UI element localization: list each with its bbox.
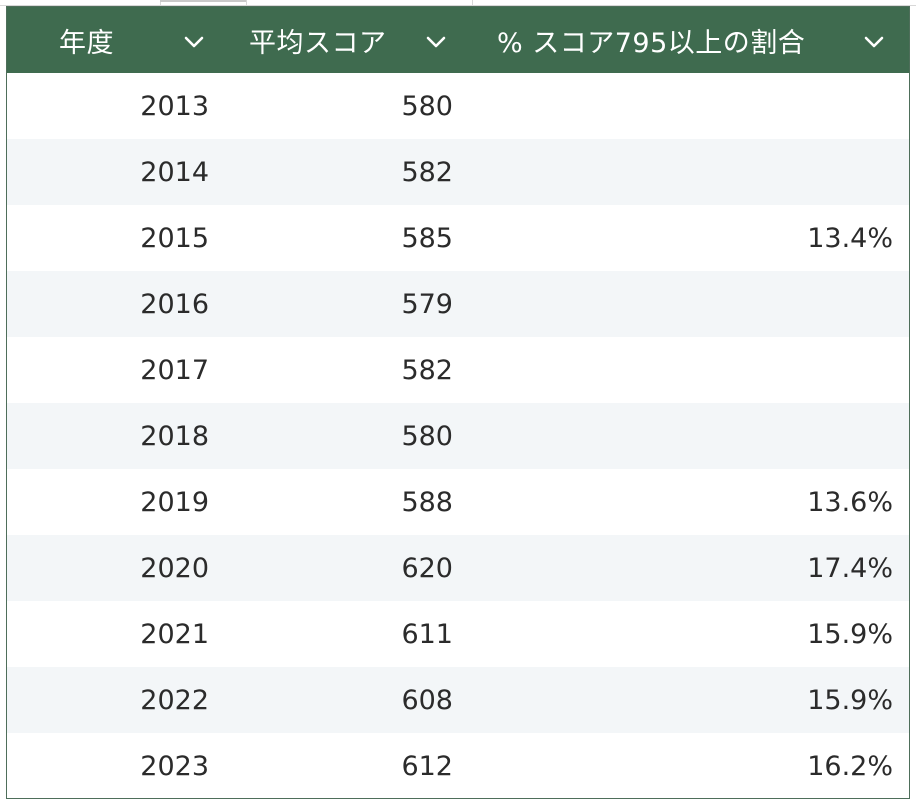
selected-column-marker (160, 0, 246, 5)
cell-percent-795[interactable] (7, 337, 893, 403)
header-percent-795-label: % スコア795以上の割合 (497, 27, 806, 59)
chevron-down-icon (183, 31, 205, 53)
cell-percent-795[interactable]: 16.2% (7, 733, 893, 798)
table-row[interactable]: 2020 620 17.4% (7, 535, 909, 601)
filter-year-button[interactable] (183, 31, 205, 53)
header-year-label: 年度 (59, 27, 114, 59)
cell-percent-795[interactable] (7, 403, 893, 469)
filter-percent-795-button[interactable] (863, 31, 885, 53)
cell-percent-795[interactable] (7, 271, 893, 337)
table-row[interactable]: 2015 585 13.4% (7, 205, 909, 271)
table-header-row: 年度 平均スコア % スコア795以上の割合 (7, 7, 909, 73)
cell-percent-795[interactable]: 13.6% (7, 469, 893, 535)
chevron-down-icon (863, 31, 885, 53)
cell-percent-795[interactable]: 15.9% (7, 667, 893, 733)
header-average-score-label: 平均スコア (249, 27, 387, 59)
data-table: 年度 平均スコア % スコア795以上の割合 2013 580 2014 582… (6, 6, 910, 799)
table-row[interactable]: 2016 579 (7, 271, 909, 337)
cell-percent-795[interactable]: 17.4% (7, 535, 893, 601)
cell-percent-795[interactable] (7, 73, 893, 139)
table-row[interactable]: 2018 580 (7, 403, 909, 469)
table-row[interactable]: 2021 611 15.9% (7, 601, 909, 667)
spreadsheet-view: 年度 平均スコア % スコア795以上の割合 2013 580 2014 582… (0, 0, 916, 802)
cell-percent-795[interactable]: 13.4% (7, 205, 893, 271)
table-row[interactable]: 2017 582 (7, 337, 909, 403)
header-year: 年度 (59, 7, 114, 73)
filter-average-score-button[interactable] (425, 31, 447, 53)
table-row[interactable]: 2022 608 15.9% (7, 667, 909, 733)
cell-percent-795[interactable] (7, 139, 893, 205)
table-row[interactable]: 2014 582 (7, 139, 909, 205)
table-row[interactable]: 2023 612 16.2% (7, 733, 909, 798)
header-average-score: 平均スコア (249, 7, 387, 73)
table-row[interactable]: 2019 588 13.6% (7, 469, 909, 535)
table-row[interactable]: 2013 580 (7, 73, 909, 139)
header-percent-795: % スコア795以上の割合 (497, 7, 805, 73)
cell-percent-795[interactable]: 15.9% (7, 601, 893, 667)
chevron-down-icon (425, 31, 447, 53)
